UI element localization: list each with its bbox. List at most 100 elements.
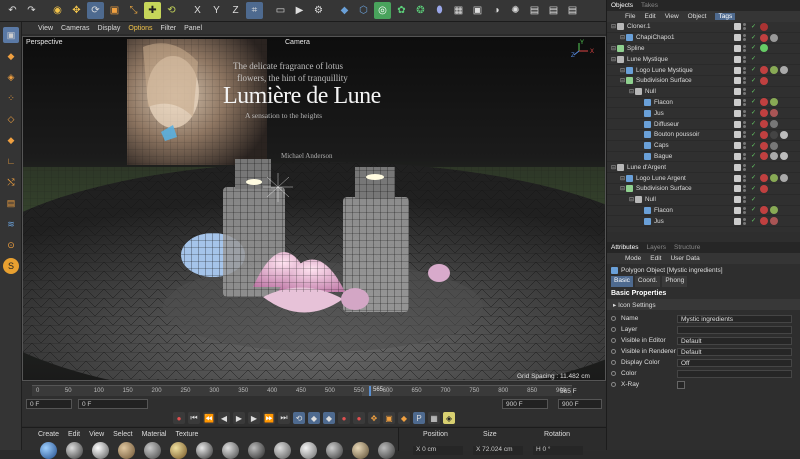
visibility-dots[interactable] — [743, 77, 747, 85]
enabled-check-icon[interactable]: ✓ — [751, 197, 757, 203]
axis-y-icon[interactable]: Y — [208, 2, 225, 19]
coord-x-position[interactable]: X 0 cm — [413, 446, 463, 455]
layer-swatch[interactable] — [734, 206, 741, 214]
object-row[interactable]: Flacon ✓ — [607, 98, 800, 109]
visibility-dots[interactable] — [743, 44, 747, 52]
tag-icon[interactable] — [770, 109, 778, 118]
object-row[interactable]: ⊟ Lune d'Argent ✓ — [607, 162, 800, 174]
snap-icon[interactable]: S — [3, 258, 19, 274]
deformer-icon[interactable]: ⬮ — [431, 2, 448, 19]
menu-material[interactable]: Material — [142, 431, 167, 438]
tag-icon[interactable] — [760, 130, 768, 139]
layer-swatch[interactable] — [734, 174, 741, 182]
enabled-check-icon[interactable]: ✓ — [751, 89, 757, 95]
prev-key-icon[interactable]: ⏪ — [203, 412, 215, 424]
icon-settings-group[interactable]: ▸ Icon Settings — [607, 299, 800, 310]
visibility-dots[interactable] — [743, 142, 747, 150]
menu-edit[interactable]: Edit — [68, 431, 80, 438]
visibility-dots[interactable] — [743, 109, 747, 117]
layer-swatch[interactable] — [734, 131, 741, 139]
tag-icon[interactable] — [760, 66, 768, 75]
selection-icon[interactable]: ⤡ — [125, 2, 142, 19]
object-name[interactable]: Logo Lune Argent — [636, 175, 734, 182]
tag-icon[interactable] — [760, 152, 768, 161]
tag-icon[interactable] — [770, 152, 778, 161]
enabled-check-icon[interactable]: ✓ — [751, 218, 757, 224]
visibility-dots[interactable] — [743, 120, 747, 128]
object-row[interactable]: ⊟ Cloner.1 ✓ — [607, 22, 800, 33]
animate-toggle-icon[interactable] — [611, 360, 616, 365]
layer-swatch[interactable] — [734, 77, 741, 85]
menu-display[interactable]: Display — [97, 25, 120, 32]
menu-cameras[interactable]: Cameras — [61, 25, 89, 32]
prev-frame-icon[interactable]: ◀ — [218, 412, 230, 424]
visibility-dots[interactable] — [743, 174, 747, 182]
rotate-tool-icon[interactable]: ⟲ — [163, 2, 180, 19]
enabled-check-icon[interactable]: ✓ — [751, 164, 757, 170]
object-name[interactable]: Bouton poussoir — [654, 131, 734, 138]
enabled-check-icon[interactable]: ✓ — [751, 24, 757, 30]
object-name[interactable]: Jus — [654, 110, 734, 117]
tag-icon[interactable] — [770, 206, 778, 215]
animate-toggle-icon[interactable] — [611, 349, 616, 354]
material-swatch[interactable] — [378, 442, 395, 459]
material-swatch[interactable] — [274, 442, 291, 459]
preview-end-field[interactable]: 900 F — [502, 399, 548, 409]
tag-icon[interactable] — [770, 130, 778, 139]
tag-icon[interactable] — [770, 120, 778, 129]
coord-h-rotation[interactable]: H 0 ° — [533, 446, 583, 455]
object-name[interactable]: Lune d'Argent — [627, 164, 734, 171]
object-row[interactable]: ⊟ Logo Lune Mystique ✓ — [607, 65, 800, 76]
move-icon[interactable]: ✥ — [68, 2, 85, 19]
enabled-check-icon[interactable]: ✓ — [751, 78, 757, 84]
tab-structure[interactable]: Structure — [674, 244, 700, 251]
animate-toggle-icon[interactable] — [611, 316, 616, 321]
attribute-value-field[interactable]: Off — [677, 358, 792, 367]
attribute-value-field[interactable] — [677, 325, 792, 334]
viewport[interactable]: Perspective Camera Y X Z The delicate fr… — [22, 36, 606, 381]
menu-options[interactable]: Options — [128, 25, 152, 32]
tag-icon[interactable] — [780, 174, 788, 183]
object-row[interactable]: Diffuseur ✓ — [607, 119, 800, 130]
clapper-icon[interactable]: ▤ — [564, 2, 581, 19]
menu-edit[interactable]: Edit — [650, 255, 661, 262]
object-name[interactable]: Jus — [654, 218, 734, 225]
tag-icon[interactable] — [770, 217, 778, 226]
enabled-check-icon[interactable]: ✓ — [751, 99, 757, 105]
object-row[interactable]: Jus ✓ — [607, 108, 800, 120]
menu-object[interactable]: Object — [688, 13, 707, 20]
attribute-value-field[interactable] — [677, 380, 685, 389]
coordinate-system-icon[interactable]: ⌗ — [246, 2, 263, 19]
undo-icon[interactable]: ↶ — [4, 2, 21, 19]
attribute-value-field[interactable]: Default — [677, 347, 792, 356]
go-end-icon[interactable]: ⏭ — [278, 412, 290, 424]
layer-swatch[interactable] — [734, 23, 741, 31]
texture-mode-icon[interactable]: ◈ — [3, 69, 19, 85]
tag-icon[interactable] — [770, 174, 778, 183]
subtab-basic[interactable]: Basic — [611, 276, 633, 287]
menu-user-data[interactable]: User Data — [670, 255, 699, 262]
tag-icon[interactable] — [760, 76, 768, 85]
magnet-icon[interactable]: ⊙ — [3, 237, 19, 253]
tab-attributes[interactable]: Attributes — [611, 244, 638, 251]
material-swatch[interactable] — [222, 442, 239, 459]
object-row[interactable]: Bague ✓ — [607, 152, 800, 163]
next-frame-icon[interactable]: ▶ — [248, 412, 260, 424]
attribute-value-field[interactable] — [677, 369, 792, 378]
timeline-ruler[interactable]: 565 0 50 100 150 200 250 300 350 400 450 500 550 600… — [32, 385, 572, 396]
enabled-check-icon[interactable]: ✓ — [751, 110, 757, 116]
axis-x-icon[interactable]: X — [189, 2, 206, 19]
render-settings-icon[interactable]: ⚙ — [310, 2, 327, 19]
material-swatch[interactable] — [170, 442, 187, 459]
record-icon[interactable]: ● — [353, 412, 365, 424]
object-name[interactable]: Caps — [654, 142, 734, 149]
coord-x-size[interactable]: X 72.024 cm — [473, 446, 523, 455]
live-select-icon[interactable]: ◉ — [49, 2, 66, 19]
rotate-tool-icon[interactable]: ✚ — [144, 2, 161, 19]
scene-icon[interactable]: ▣ — [469, 2, 486, 19]
subtab-phong[interactable]: Phong — [662, 276, 688, 287]
tag-icon[interactable] — [760, 109, 768, 118]
object-row[interactable]: ⊟ Subdivision Surface ✓ — [607, 184, 800, 195]
menu-texture[interactable]: Texture — [176, 431, 199, 438]
visibility-dots[interactable] — [743, 196, 747, 204]
